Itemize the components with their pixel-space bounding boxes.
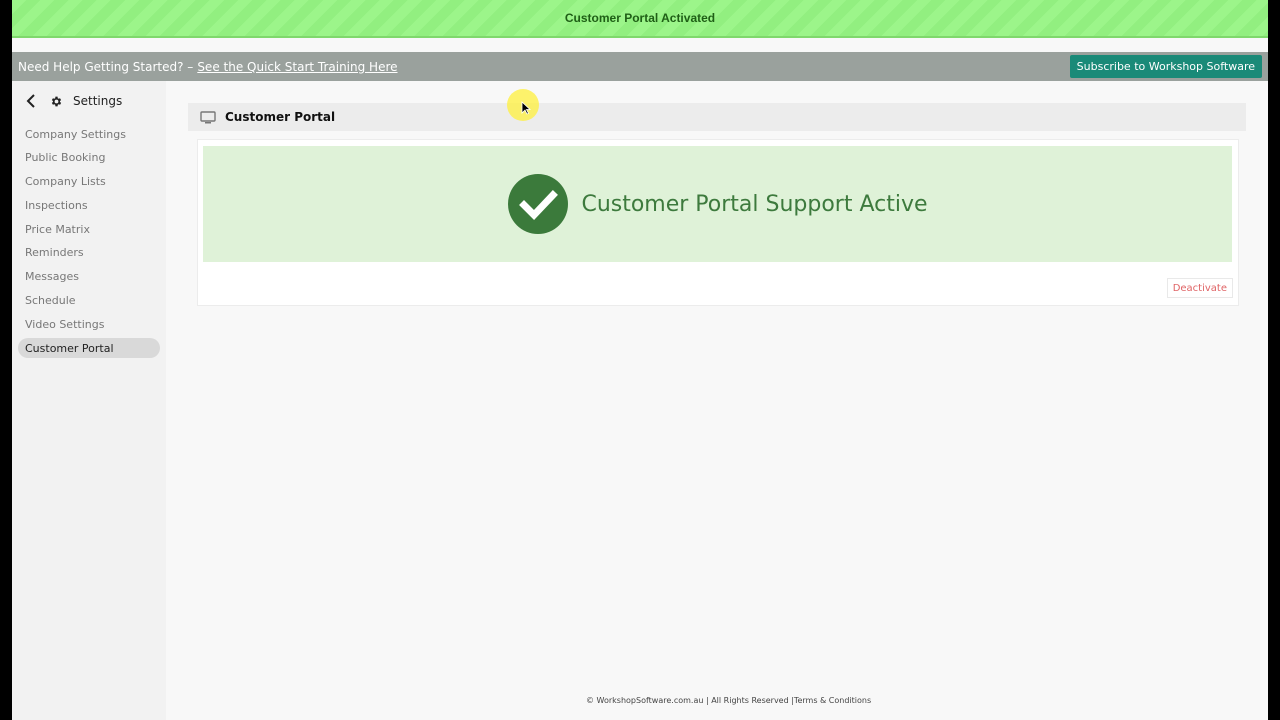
help-text: Need Help Getting Started? – — [18, 59, 194, 74]
sidebar-item-reminders[interactable]: Reminders — [18, 243, 160, 263]
sidebar-item-label: Inspections — [25, 198, 88, 212]
sidebar-item-customer-portal[interactable]: Customer Portal — [18, 338, 160, 359]
footer-copyright: © WorkshopSoftware.com.au | All Rights R… — [586, 696, 794, 705]
sidebar-item-company-settings[interactable]: Company Settings — [18, 124, 160, 144]
sidebar-item-label: Customer Portal — [25, 341, 114, 355]
gear-icon — [50, 94, 64, 108]
subscribe-button[interactable]: Subscribe to Workshop Software — [1069, 55, 1262, 78]
sidebar-item-label: Reminders — [25, 246, 84, 260]
settings-sidebar: Settings Company Settings Public Booking… — [12, 81, 166, 720]
toast-message: Customer Portal Activated — [564, 11, 716, 25]
terms-link[interactable]: Terms & Conditions — [794, 696, 871, 705]
sidebar-item-price-matrix[interactable]: Price Matrix — [18, 219, 160, 239]
check-circle-icon — [507, 173, 569, 235]
sidebar-title: Settings — [73, 94, 123, 108]
quick-start-training-link[interactable]: See the Quick Start Training Here — [197, 60, 397, 74]
sidebar-item-label: Company Lists — [25, 175, 106, 189]
sidebar-item-label: Schedule — [25, 294, 76, 308]
sidebar-item-video-settings[interactable]: Video Settings — [18, 314, 160, 334]
card-header: Customer Portal — [188, 103, 1246, 131]
sidebar-item-company-lists[interactable]: Company Lists — [18, 172, 160, 192]
footer: © WorkshopSoftware.com.au | All Rights R… — [586, 696, 871, 705]
settings-nav: Company Settings Public Booking Company … — [18, 124, 160, 362]
status-panel: Customer Portal Support Active — [203, 146, 1232, 262]
mouse-pointer-icon — [521, 101, 532, 115]
sidebar-item-label: Public Booking — [25, 151, 106, 165]
deactivate-button[interactable]: Deactivate — [1166, 278, 1233, 298]
sidebar-item-label: Company Settings — [25, 127, 126, 141]
sidebar-item-public-booking[interactable]: Public Booking — [18, 148, 160, 168]
app-window: Customer Portal Activated Need Help Gett… — [12, 0, 1268, 720]
card-body: Customer Portal Support Active Deactivat… — [197, 139, 1239, 306]
sidebar-item-label: Video Settings — [25, 317, 105, 331]
sidebar-item-label: Messages — [25, 270, 79, 284]
monitor-icon — [200, 110, 216, 124]
sidebar-header: Settings — [26, 93, 122, 109]
activation-toast: Customer Portal Activated — [12, 0, 1268, 38]
sidebar-item-schedule[interactable]: Schedule — [18, 291, 160, 311]
page-title: Customer Portal — [225, 110, 336, 124]
help-bar: Need Help Getting Started? – See the Qui… — [12, 52, 1268, 81]
sidebar-item-messages[interactable]: Messages — [18, 267, 160, 287]
sidebar-item-inspections[interactable]: Inspections — [18, 195, 160, 215]
sidebar-item-label: Price Matrix — [25, 222, 90, 236]
chevron-left-icon[interactable] — [26, 93, 40, 109]
status-message: Customer Portal Support Active — [581, 191, 928, 217]
